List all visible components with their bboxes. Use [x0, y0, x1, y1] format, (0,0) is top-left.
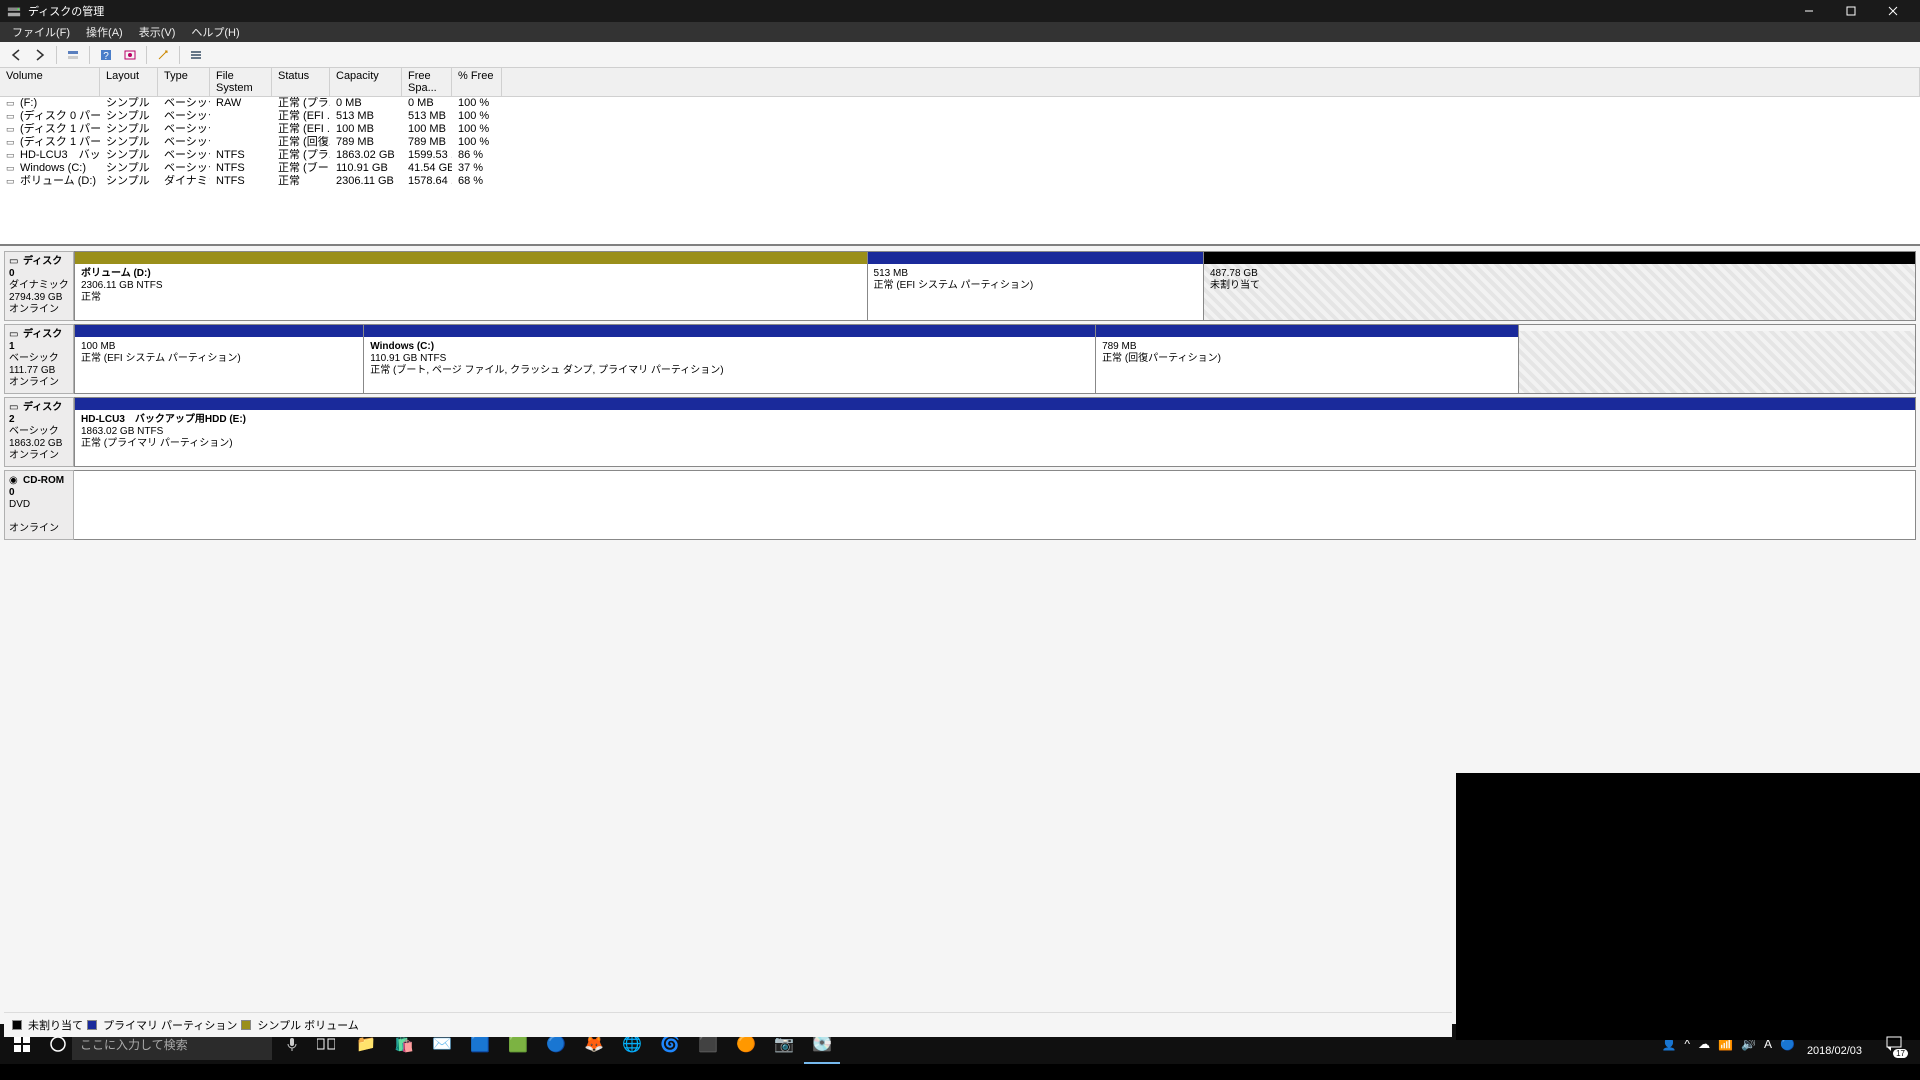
microphone-button[interactable] — [276, 1037, 308, 1051]
disk-type: ベーシック — [9, 353, 69, 365]
show-hide-console-button[interactable] — [63, 45, 83, 65]
cdrom-label[interactable]: ◉CD-ROM 0 DVD オンライン — [4, 470, 74, 540]
disk-size: 111.77 GB — [9, 365, 69, 377]
partition[interactable]: ボリューム (D:)2306.11 GB NTFS正常 — [74, 252, 867, 320]
cdrom-status: オンライン — [9, 523, 69, 535]
volume-row[interactable]: ▭(ディスク 1 パーティシ...シンプルベーシック正常 (回復...789 M… — [0, 136, 1920, 149]
disk-size: 1863.02 GB — [9, 438, 69, 450]
settings-button[interactable] — [120, 45, 140, 65]
col-free[interactable]: Free Spa... — [402, 68, 452, 96]
partition[interactable] — [1518, 325, 1915, 393]
disk-status: オンライン — [9, 377, 69, 389]
disk-size: 2794.39 GB — [9, 292, 69, 304]
disk-type: ベーシック — [9, 426, 69, 438]
window-title: ディスクの管理 — [28, 3, 104, 19]
disk-row-2[interactable]: ▭ディスク 2 ベーシック 1863.02 GB オンライン HD-LCU3 バ… — [4, 397, 1916, 467]
disk-icon: ▭ — [9, 329, 21, 341]
disk-row-1[interactable]: ▭ディスク 1 ベーシック 111.77 GB オンライン 100 MB正常 (… — [4, 324, 1916, 394]
col-status[interactable]: Status — [272, 68, 330, 96]
col-capacity[interactable]: Capacity — [330, 68, 402, 96]
toolbar: ? — [0, 42, 1920, 68]
partition[interactable]: 100 MB正常 (EFI システム パーティション) — [74, 325, 363, 393]
svg-text:?: ? — [103, 51, 109, 62]
volume-row[interactable]: ▭(F:)シンプルベーシックRAW正常 (プラ...0 MB0 MB100 % — [0, 97, 1920, 110]
blackout-region — [1456, 773, 1920, 1040]
partition[interactable]: 789 MB正常 (回復パーティション) — [1095, 325, 1518, 393]
disk-label-1[interactable]: ▭ディスク 1 ベーシック 111.77 GB オンライン — [4, 324, 74, 394]
notification-button[interactable]: 17 — [1874, 1024, 1914, 1064]
legend: 未割り当て プライマリ パーティション シンプル ボリューム — [4, 1012, 1452, 1037]
task-view-button[interactable] — [308, 1037, 344, 1051]
volumes-pane[interactable]: Volume Layout Type File System Status Ca… — [0, 68, 1920, 246]
legend-primary: プライマリ パーティション — [103, 1017, 237, 1033]
forward-button[interactable] — [30, 45, 50, 65]
legend-unallocated: 未割り当て — [28, 1017, 83, 1033]
partition[interactable]: Windows (C:)110.91 GB NTFS正常 (ブート, ページ フ… — [363, 325, 1095, 393]
menu-view[interactable]: 表示(V) — [131, 22, 184, 42]
app-icon — [6, 3, 22, 19]
action-button[interactable] — [153, 45, 173, 65]
list-view-button[interactable] — [186, 45, 206, 65]
menu-help[interactable]: ヘルプ(H) — [183, 22, 247, 42]
cdrom-type: DVD — [9, 499, 69, 511]
col-layout[interactable]: Layout — [100, 68, 158, 96]
volume-row[interactable]: ▭(ディスク 1 パーティシ...シンプルベーシック正常 (EFI ...100… — [0, 123, 1920, 136]
disk-status: オンライン — [9, 450, 69, 462]
disk-icon: ▭ — [9, 402, 21, 414]
clock-date: 2018/02/03 — [1807, 1044, 1862, 1058]
notification-badge: 17 — [1893, 1049, 1908, 1058]
col-type[interactable]: Type — [158, 68, 210, 96]
volume-row[interactable]: ▭ボリューム (D:)シンプルダイナミックNTFS正常2306.11 GB157… — [0, 175, 1920, 188]
col-percent-free[interactable]: % Free — [452, 68, 502, 96]
volume-row[interactable]: ▭Windows (C:)シンプルベーシックNTFS正常 (ブート...110.… — [0, 162, 1920, 175]
partition[interactable]: 513 MB正常 (EFI システム パーティション) — [867, 252, 1203, 320]
menu-file[interactable]: ファイル(F) — [4, 22, 78, 42]
col-filesystem[interactable]: File System — [210, 68, 272, 96]
disk-type: ダイナミック — [9, 280, 69, 292]
disk-icon: ▭ — [9, 256, 21, 268]
volume-row[interactable]: ▭HD-LCU3 バックア...シンプルベーシックNTFS正常 (プラ...18… — [0, 149, 1920, 162]
disk-label-0[interactable]: ▭ディスク 0 ダイナミック 2794.39 GB オンライン — [4, 251, 74, 321]
cdrom-empty-area[interactable] — [74, 470, 1916, 540]
window-titlebar: ディスクの管理 — [0, 0, 1920, 22]
maximize-button[interactable] — [1830, 0, 1872, 22]
col-volume[interactable]: Volume — [0, 68, 100, 96]
legend-simple: シンプル ボリューム — [257, 1017, 358, 1033]
close-button[interactable] — [1872, 0, 1914, 22]
volumes-header: Volume Layout Type File System Status Ca… — [0, 68, 1920, 97]
help-button[interactable]: ? — [96, 45, 116, 65]
cdrom-icon: ◉ — [9, 475, 21, 487]
menubar: ファイル(F) 操作(A) 表示(V) ヘルプ(H) — [0, 22, 1920, 42]
menu-action[interactable]: 操作(A) — [78, 22, 131, 42]
disk-status: オンライン — [9, 304, 69, 316]
disk-row-0[interactable]: ▭ディスク 0 ダイナミック 2794.39 GB オンライン ボリューム (D… — [4, 251, 1916, 321]
disk-row-cdrom[interactable]: ◉CD-ROM 0 DVD オンライン — [4, 470, 1916, 540]
search-placeholder: ここに入力して検索 — [80, 1036, 188, 1053]
disk-label-2[interactable]: ▭ディスク 2 ベーシック 1863.02 GB オンライン — [4, 397, 74, 467]
volume-row[interactable]: ▭(ディスク 0 パーティシ...シンプルベーシック正常 (EFI ...513… — [0, 110, 1920, 123]
back-button[interactable] — [6, 45, 26, 65]
partition[interactable]: HD-LCU3 バックアップ用HDD (E:)1863.02 GB NTFS正常… — [74, 398, 1915, 466]
minimize-button[interactable] — [1788, 0, 1830, 22]
partition[interactable]: 487.78 GB未割り当て — [1203, 252, 1915, 320]
